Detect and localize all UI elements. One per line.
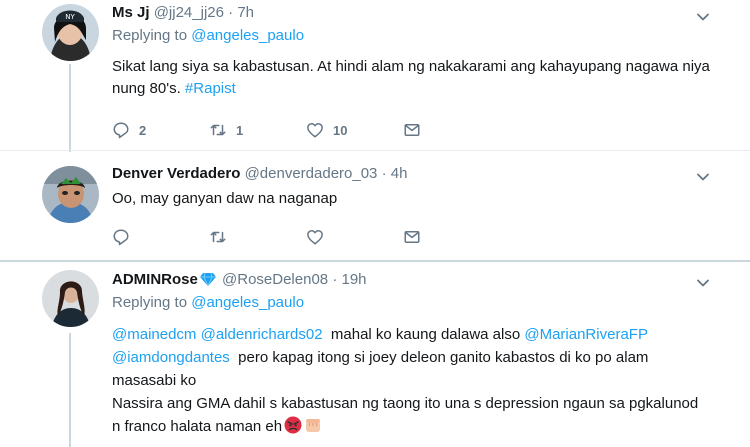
replying-to-link[interactable]: @angeles_paulo <box>191 27 304 44</box>
mention-link[interactable]: @MarianRiveraFP <box>524 326 648 343</box>
chevron-down-icon[interactable] <box>696 170 710 184</box>
display-name[interactable]: Denver Verdadero <box>112 165 240 182</box>
user-handle[interactable]: @denverdadero_03 <box>245 165 378 182</box>
reply-icon <box>113 229 129 246</box>
tweet-text-body: Nassira ang GMA dahil s kabastusan ng ta… <box>112 395 699 435</box>
avatar-image <box>42 166 99 223</box>
separator-dot: · <box>332 271 338 288</box>
replying-label: Replying to <box>112 27 192 44</box>
tweet-content: Ms Jj @jj24_jj26 · 7h Replying to @angel… <box>112 3 710 100</box>
separator-dot: · <box>228 4 234 21</box>
tweet-header: ADMINRose @RoseDelen08 · 19h <box>112 270 710 290</box>
avatar[interactable]: NY <box>42 4 99 61</box>
timestamp[interactable]: 7h <box>237 4 254 21</box>
tweet-feed: NY Ms Jj @jj24_jj26 · 7h Replying to @an… <box>0 0 750 447</box>
envelope-icon <box>404 124 420 136</box>
tweet-content: Denver Verdadero @denverdadero_03 · 4h O… <box>112 164 710 210</box>
envelope-icon <box>404 231 420 243</box>
avatar[interactable] <box>42 166 99 223</box>
fist-icon <box>306 419 321 432</box>
direct-message-button[interactable] <box>403 121 500 139</box>
separator-dot: · <box>381 165 387 182</box>
reply-button[interactable] <box>112 228 209 246</box>
tweet[interactable]: ADMINRose @RoseDelen08 · 19h Replying to… <box>0 263 750 447</box>
avatar-image: NY <box>42 4 99 61</box>
reply-count: 2 <box>139 122 147 138</box>
chevron-down-icon[interactable] <box>696 276 710 290</box>
retweet-button[interactable] <box>209 228 306 246</box>
display-name[interactable]: ADMINRose <box>112 271 198 288</box>
reply-icon <box>113 122 129 139</box>
user-handle[interactable]: @RoseDelen08 <box>222 271 328 288</box>
tweet-text-line: @mainedcm @aldenrichards02 mahal ko kaun… <box>112 323 710 346</box>
diamond-icon <box>199 272 216 286</box>
replying-to-link[interactable]: @angeles_paulo <box>191 294 304 311</box>
direct-message-button[interactable] <box>403 228 500 246</box>
user-handle[interactable]: @jj24_jj26 <box>154 4 224 21</box>
tweet-header: Ms Jj @jj24_jj26 · 7h <box>112 3 710 23</box>
avatar-image <box>42 270 99 327</box>
svg-text:NY: NY <box>65 13 75 21</box>
retweet-icon <box>210 124 226 136</box>
like-button[interactable] <box>306 228 403 246</box>
heart-icon <box>307 229 323 245</box>
display-name[interactable]: Ms Jj <box>112 4 150 21</box>
tweet-actions: 2 1 10 <box>112 121 500 139</box>
hashtag-link[interactable]: #Rapist <box>185 80 236 97</box>
heart-icon <box>307 122 323 138</box>
tweet-text-body: mahal ko kaung dalawa also <box>322 326 525 343</box>
tweet[interactable]: NY Ms Jj @jj24_jj26 · 7h Replying to @an… <box>0 0 750 152</box>
tweet-text: @mainedcm @aldenrichards02 mahal ko kaun… <box>112 323 710 438</box>
like-count: 10 <box>333 122 348 138</box>
replying-to: Replying to @angeles_paulo <box>112 293 710 313</box>
replying-label: Replying to <box>112 294 192 311</box>
timestamp[interactable]: 19h <box>341 271 366 288</box>
mention-link[interactable]: @mainedcm <box>112 326 196 343</box>
tweet-text-line: Nassira ang GMA dahil s kabastusan ng ta… <box>112 392 710 438</box>
divider <box>0 150 750 151</box>
timestamp[interactable]: 4h <box>391 165 408 182</box>
thread-line <box>69 333 71 447</box>
like-button[interactable]: 10 <box>306 121 403 139</box>
reply-button[interactable]: 2 <box>112 121 209 139</box>
tweet-actions <box>112 228 500 246</box>
tweet-text: Sikat lang siya sa kabastusan. At hindi … <box>112 56 710 100</box>
divider <box>0 260 750 262</box>
tweet-content: ADMINRose @RoseDelen08 · 19h Replying to… <box>112 270 710 438</box>
avatar[interactable] <box>42 270 99 327</box>
tweet-text-line: @iamdongdantes pero kapag itong si joey … <box>112 346 710 392</box>
chevron-down-icon[interactable] <box>696 10 710 24</box>
retweet-icon <box>210 231 226 243</box>
retweet-button[interactable]: 1 <box>209 121 306 139</box>
thread-line <box>69 64 71 152</box>
tweet-header: Denver Verdadero @denverdadero_03 · 4h <box>112 164 710 184</box>
tweet[interactable]: Denver Verdadero @denverdadero_03 · 4h O… <box>0 152 750 260</box>
retweet-count: 1 <box>236 122 244 138</box>
angry-face-icon <box>284 416 302 434</box>
tweet-text: Oo, may ganyan daw na naganap <box>112 190 338 207</box>
mention-link[interactable]: @aldenrichards02 <box>201 326 323 343</box>
replying-to: Replying to @angeles_paulo <box>112 26 710 46</box>
mention-link[interactable]: @iamdongdantes <box>112 349 230 366</box>
